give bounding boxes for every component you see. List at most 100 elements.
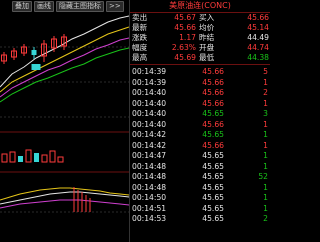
stat-value: 44.49 [247,33,269,42]
tick-row: 00:14:40 45.66 2 [130,88,270,99]
chart-toolbar: 叠加 画线 隐藏主图指标 >> [0,0,142,12]
tick-price: 45.66 [202,98,224,108]
stat-row: 幅度 2.63% 开盘 44.74 [130,43,270,53]
tick-price: 45.65 [202,161,224,171]
stat-value: 45.14 [247,23,269,32]
volume-bar [18,156,23,162]
tick-row: 00:14:42 45.66 1 [130,141,270,152]
tick-volume: 2 [263,88,268,97]
stat-value: 44.38 [247,53,269,62]
tick-price: 45.65 [202,172,224,181]
kline-chart-area[interactable] [0,12,129,242]
stat-row: 最新 45.66 均价 45.14 [130,23,270,33]
volume-bar [1,153,8,163]
instrument-title: 美原油连(CONC) [130,0,270,13]
main-panel [0,15,129,118]
volume-bar [9,151,16,163]
stat-label: 最新 [132,23,148,32]
tick-volume: 1 [263,193,268,202]
stat-row: 最高 45.69 最低 44.38 [130,53,270,63]
tick-time: 00:14:39 [132,67,167,76]
indicator-line-yellow [0,187,129,201]
indicator-line-magenta [0,199,129,209]
tick-volume: 5 [263,67,268,76]
candle [31,64,41,70]
tick-time: 00:14:48 [132,172,167,181]
tick-list[interactable]: 00:14:39 45.66 5 00:14:39 45.66 1 00:14:40 45.6… [130,67,270,225]
tick-volume: 1 [263,119,268,129]
tick-price: 45.66 [202,77,224,87]
draw-line-button[interactable]: 画线 [34,0,54,12]
tick-volume: 1 [263,98,268,108]
tick-time: 00:14:48 [132,161,167,171]
tick-row: 00:14:40 45.65 3 [130,109,270,120]
tick-price: 45.65 [202,214,224,223]
tick-volume: 1 [263,130,268,139]
stat-label: 昨结 [199,33,215,42]
more-button[interactable]: >> [106,0,124,12]
tick-row: 00:14:51 45.65 1 [130,204,270,215]
tick-price: 45.66 [202,88,224,97]
tick-time: 00:14:50 [132,193,167,202]
tick-volume: 2 [263,214,268,223]
tick-volume: 3 [263,109,268,118]
volume-panel [1,149,64,163]
tick-time: 00:14:51 [132,203,167,213]
quote-panel: 美原油连(CONC) 卖出 45.67 买入 45.66 最新 45.66 均价… [130,0,270,242]
volume-bar [57,156,64,163]
kline-chart[interactable] [0,12,129,242]
overlay-button[interactable]: 叠加 [12,0,32,12]
volume-bar [49,150,56,163]
ma-line-white [0,15,129,88]
tick-time: 00:14:53 [132,214,167,223]
tick-time: 00:14:40 [132,119,167,129]
tick-row: 00:14:40 45.66 1 [130,99,270,110]
stat-value: 45.69 [174,53,196,62]
stat-value: 45.66 [174,23,196,32]
tick-volume: 1 [263,182,268,192]
tick-price: 45.66 [202,119,224,129]
tick-price: 45.65 [202,203,224,213]
volume-bar [41,154,48,163]
stat-label: 幅度 [132,43,148,52]
stat-value: 45.66 [247,13,269,22]
stat-value: 2.63% [171,43,196,52]
tick-row: 00:14:47 45.65 1 [130,151,270,162]
stat-row: 涨跌 1.17 昨结 44.49 [130,33,270,43]
candle [31,50,37,55]
tick-volume: 52 [258,172,268,181]
tick-row: 00:14:50 45.65 1 [130,193,270,204]
section-divider [130,64,270,65]
tick-price: 45.65 [202,130,224,139]
tick-row: 00:14:53 45.65 2 [130,214,270,225]
volume-bar [34,153,39,162]
stat-label: 最低 [199,53,215,62]
tick-time: 00:14:40 [132,109,167,118]
tick-time: 00:14:47 [132,151,167,160]
hide-indicator-button[interactable]: 隐藏主图指标 [56,0,104,12]
tick-row: 00:14:39 45.66 5 [130,67,270,78]
tick-time: 00:14:48 [132,182,167,192]
tick-price: 45.65 [202,109,224,118]
stat-label: 买入 [199,13,215,22]
tick-volume: 1 [263,203,268,213]
tick-volume: 1 [263,151,268,160]
tick-time: 00:14:42 [132,130,167,139]
tick-price: 45.65 [202,182,224,192]
volume-bar [25,149,32,163]
stat-label: 涨跌 [132,33,148,42]
stat-value: 44.74 [247,43,269,52]
stat-label: 最高 [132,53,148,62]
tick-time: 00:14:42 [132,140,167,150]
tick-row: 00:14:39 45.66 1 [130,78,270,89]
stat-value: 45.67 [174,13,196,22]
tick-price: 45.66 [202,140,224,150]
tick-price: 45.66 [202,67,224,76]
tick-volume: 1 [263,140,268,150]
stat-label: 均价 [199,23,215,32]
tick-price: 45.65 [202,193,224,202]
stat-label: 开盘 [199,43,215,52]
quote-stats: 卖出 45.67 买入 45.66 最新 45.66 均价 45.14 涨跌 1… [130,13,270,63]
tick-row: 00:14:40 45.66 1 [130,120,270,131]
candles [1,34,67,70]
